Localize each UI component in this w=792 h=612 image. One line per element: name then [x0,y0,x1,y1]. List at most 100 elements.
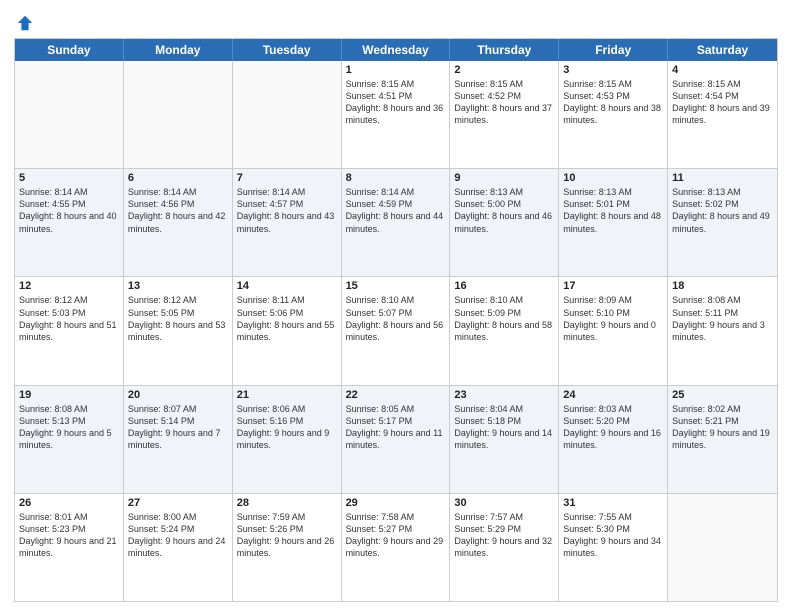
day-info: Sunrise: 8:10 AM Sunset: 5:07 PM Dayligh… [346,294,446,343]
calendar-header: SundayMondayTuesdayWednesdayThursdayFrid… [15,39,777,61]
day-info: Sunrise: 8:05 AM Sunset: 5:17 PM Dayligh… [346,403,446,452]
calendar-day-17: 17Sunrise: 8:09 AM Sunset: 5:10 PM Dayli… [559,277,668,384]
calendar-day-26: 26Sunrise: 8:01 AM Sunset: 5:23 PM Dayli… [15,494,124,601]
day-info: Sunrise: 8:12 AM Sunset: 5:05 PM Dayligh… [128,294,228,343]
day-number: 27 [128,497,228,509]
calendar-day-28: 28 Sunrise: 7:59 AM Sunset: 5:26 PM Dayli… [233,494,342,601]
day-number: 16 [454,280,554,292]
calendar-week-4: 19Sunrise: 8:08 AM Sunset: 5:13 PM Dayli… [15,385,777,493]
calendar-day-empty [233,61,342,168]
day-info: Sunrise: 8:13 AM Sunset: 5:02 PM Dayligh… [672,186,773,235]
calendar-week-3: 12 Sunrise: 8:12 AM Sunset: 5:03 PM Dayli… [15,276,777,384]
calendar-day-19: 19Sunrise: 8:08 AM Sunset: 5:13 PM Dayli… [15,386,124,493]
logo-icon [16,14,34,32]
calendar-day-27: 27 Sunrise: 8:00 AM Sunset: 5:24 PM Dayli… [124,494,233,601]
day-number: 24 [563,389,663,401]
day-info: Sunrise: 8:15 AM Sunset: 4:51 PM Dayligh… [346,78,446,127]
header [14,10,778,32]
calendar-day-13: 13 Sunrise: 8:12 AM Sunset: 5:05 PM Dayli… [124,277,233,384]
weekday-header-tuesday: Tuesday [233,39,342,61]
day-number: 25 [672,389,773,401]
day-info: Sunrise: 8:07 AM Sunset: 5:14 PM Dayligh… [128,403,228,452]
day-info: Sunrise: 8:03 AM Sunset: 5:20 PM Dayligh… [563,403,663,452]
calendar-day-9: 9 Sunrise: 8:13 AM Sunset: 5:00 PM Daylig… [450,169,559,276]
day-number: 30 [454,497,554,509]
weekday-header-monday: Monday [124,39,233,61]
calendar-day-22: 22Sunrise: 8:05 AM Sunset: 5:17 PM Dayli… [342,386,451,493]
calendar-day-2: 2 Sunrise: 8:15 AM Sunset: 4:52 PM Daylig… [450,61,559,168]
day-info: Sunrise: 8:13 AM Sunset: 5:01 PM Dayligh… [563,186,663,235]
calendar-day-empty [668,494,777,601]
weekday-header-friday: Friday [559,39,668,61]
day-number: 9 [454,172,554,184]
day-number: 2 [454,64,554,76]
calendar-day-7: 7 Sunrise: 8:14 AM Sunset: 4:57 PM Daylig… [233,169,342,276]
day-info: Sunrise: 7:55 AM Sunset: 5:30 PM Dayligh… [563,511,663,560]
day-info: Sunrise: 8:15 AM Sunset: 4:54 PM Dayligh… [672,78,773,127]
calendar-day-18: 18 Sunrise: 8:08 AM Sunset: 5:11 PM Dayli… [668,277,777,384]
day-number: 20 [128,389,228,401]
calendar-day-23: 23Sunrise: 8:04 AM Sunset: 5:18 PM Dayli… [450,386,559,493]
calendar-day-16: 16 Sunrise: 8:10 AM Sunset: 5:09 PM Dayli… [450,277,559,384]
calendar-day-30: 30 Sunrise: 7:57 AM Sunset: 5:29 PM Dayli… [450,494,559,601]
calendar-body: 1 Sunrise: 8:15 AM Sunset: 4:51 PM Daylig… [15,61,777,601]
logo [14,14,34,32]
day-number: 21 [237,389,337,401]
calendar-day-24: 24 Sunrise: 8:03 AM Sunset: 5:20 PM Dayli… [559,386,668,493]
calendar-day-empty [124,61,233,168]
day-number: 5 [19,172,119,184]
calendar-day-21: 21Sunrise: 8:06 AM Sunset: 5:16 PM Dayli… [233,386,342,493]
day-info: Sunrise: 8:15 AM Sunset: 4:52 PM Dayligh… [454,78,554,127]
day-number: 7 [237,172,337,184]
calendar-day-10: 10 Sunrise: 8:13 AM Sunset: 5:01 PM Dayli… [559,169,668,276]
calendar-day-8: 8 Sunrise: 8:14 AM Sunset: 4:59 PM Daylig… [342,169,451,276]
day-number: 6 [128,172,228,184]
day-info: Sunrise: 8:13 AM Sunset: 5:00 PM Dayligh… [454,186,554,235]
day-number: 1 [346,64,446,76]
day-number: 29 [346,497,446,509]
calendar-week-2: 5 Sunrise: 8:14 AM Sunset: 4:55 PM Daylig… [15,168,777,276]
calendar-day-14: 14Sunrise: 8:11 AM Sunset: 5:06 PM Dayli… [233,277,342,384]
day-number: 19 [19,389,119,401]
day-info: Sunrise: 7:58 AM Sunset: 5:27 PM Dayligh… [346,511,446,560]
day-number: 15 [346,280,446,292]
calendar-day-3: 3Sunrise: 8:15 AM Sunset: 4:53 PM Daylig… [559,61,668,168]
day-number: 12 [19,280,119,292]
day-info: Sunrise: 8:00 AM Sunset: 5:24 PM Dayligh… [128,511,228,560]
day-info: Sunrise: 8:14 AM Sunset: 4:56 PM Dayligh… [128,186,228,235]
day-info: Sunrise: 8:09 AM Sunset: 5:10 PM Dayligh… [563,294,663,343]
day-info: Sunrise: 8:10 AM Sunset: 5:09 PM Dayligh… [454,294,554,343]
day-number: 28 [237,497,337,509]
day-number: 13 [128,280,228,292]
day-number: 18 [672,280,773,292]
day-number: 31 [563,497,663,509]
day-number: 3 [563,64,663,76]
day-number: 10 [563,172,663,184]
day-info: Sunrise: 8:02 AM Sunset: 5:21 PM Dayligh… [672,403,773,452]
calendar-day-5: 5 Sunrise: 8:14 AM Sunset: 4:55 PM Daylig… [15,169,124,276]
calendar-week-5: 26Sunrise: 8:01 AM Sunset: 5:23 PM Dayli… [15,493,777,601]
weekday-header-wednesday: Wednesday [342,39,451,61]
day-info: Sunrise: 8:14 AM Sunset: 4:59 PM Dayligh… [346,186,446,235]
calendar-day-6: 6 Sunrise: 8:14 AM Sunset: 4:56 PM Daylig… [124,169,233,276]
weekday-header-saturday: Saturday [668,39,777,61]
day-number: 14 [237,280,337,292]
day-info: Sunrise: 8:01 AM Sunset: 5:23 PM Dayligh… [19,511,119,560]
calendar-day-empty [15,61,124,168]
day-info: Sunrise: 7:57 AM Sunset: 5:29 PM Dayligh… [454,511,554,560]
day-info: Sunrise: 8:14 AM Sunset: 4:55 PM Dayligh… [19,186,119,235]
day-info: Sunrise: 7:59 AM Sunset: 5:26 PM Dayligh… [237,511,337,560]
calendar-day-29: 29 Sunrise: 7:58 AM Sunset: 5:27 PM Dayli… [342,494,451,601]
day-info: Sunrise: 8:08 AM Sunset: 5:11 PM Dayligh… [672,294,773,343]
calendar-day-31: 31 Sunrise: 7:55 AM Sunset: 5:30 PM Dayli… [559,494,668,601]
calendar-day-4: 4Sunrise: 8:15 AM Sunset: 4:54 PM Daylig… [668,61,777,168]
day-number: 8 [346,172,446,184]
day-info: Sunrise: 8:12 AM Sunset: 5:03 PM Dayligh… [19,294,119,343]
calendar-day-1: 1 Sunrise: 8:15 AM Sunset: 4:51 PM Daylig… [342,61,451,168]
calendar-day-11: 11 Sunrise: 8:13 AM Sunset: 5:02 PM Dayli… [668,169,777,276]
day-info: Sunrise: 8:14 AM Sunset: 4:57 PM Dayligh… [237,186,337,235]
calendar-day-12: 12 Sunrise: 8:12 AM Sunset: 5:03 PM Dayli… [15,277,124,384]
day-number: 11 [672,172,773,184]
calendar-week-1: 1 Sunrise: 8:15 AM Sunset: 4:51 PM Daylig… [15,61,777,168]
weekday-header-thursday: Thursday [450,39,559,61]
